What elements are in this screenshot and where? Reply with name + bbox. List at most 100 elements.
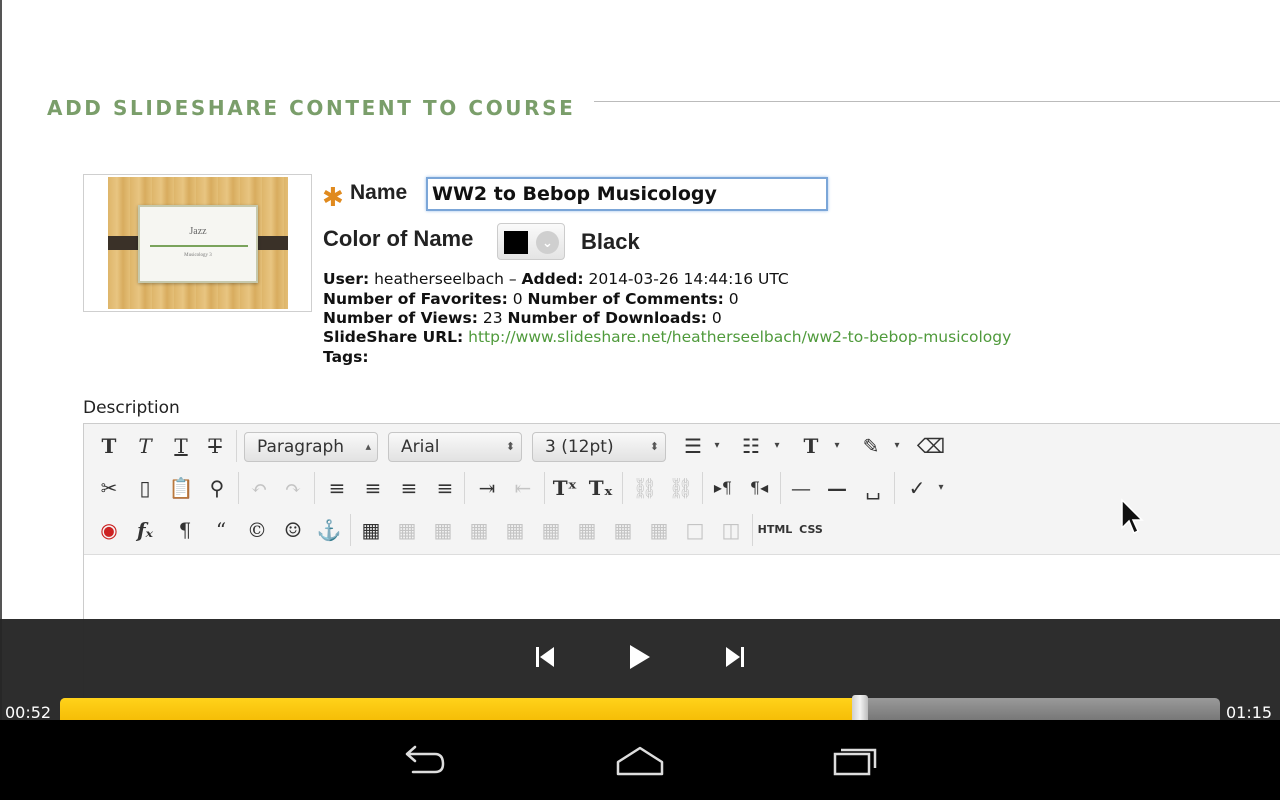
video-player-controls: 00:52 01:15 <box>0 619 1280 731</box>
meta-user-added: User: heatherseelbach – Added: 2014-03-2… <box>323 270 789 288</box>
ltr-icon[interactable]: ▸¶ <box>706 470 740 506</box>
align-left-icon[interactable]: ≡ <box>320 470 354 506</box>
insert-col-after-icon[interactable]: ▦ <box>606 512 640 548</box>
cut-icon[interactable]: ✂ <box>92 470 126 506</box>
toolbar-separator <box>350 514 351 546</box>
copyright-icon[interactable]: © <box>240 512 274 548</box>
font-size-select[interactable]: 3 (12pt) ⬍ <box>532 432 666 462</box>
strikethrough-icon[interactable]: T <box>198 428 232 464</box>
color-swatch <box>504 231 528 254</box>
anchor-icon[interactable]: ⚓ <box>312 512 346 548</box>
emoticon-icon[interactable]: ☺ <box>276 512 310 548</box>
unlink-icon[interactable]: ⛓ <box>664 470 698 506</box>
table-icon[interactable]: ▦ <box>354 512 388 548</box>
toolbar-separator <box>236 430 237 462</box>
chevron-down-icon[interactable]: ▾ <box>770 428 784 464</box>
redo-icon[interactable]: ↷ <box>276 470 310 506</box>
chevron-down-icon: ⌄ <box>536 231 559 254</box>
slideshare-thumbnail[interactable]: Jazz Musicology 3 <box>83 174 312 312</box>
bullet-list-icon[interactable]: ☰ <box>676 428 710 464</box>
record-icon[interactable]: ◉ <box>92 512 126 548</box>
paragraph-select-value: Paragraph <box>257 437 345 457</box>
paragraph-mark-icon[interactable]: ¶ <box>168 512 202 548</box>
css-button[interactable]: CSS <box>794 512 828 548</box>
delete-row-icon[interactable]: ▦ <box>534 512 568 548</box>
chevron-down-icon[interactable]: ▾ <box>890 428 904 464</box>
font-select-value: Arial <box>401 437 440 457</box>
user-value: heatherseelbach <box>374 270 504 288</box>
comments-label: Number of Comments: <box>527 290 724 308</box>
undo-icon[interactable]: ↶ <box>242 470 276 506</box>
superscript-icon[interactable]: Tˣ <box>548 470 582 506</box>
delete-col-icon[interactable]: ▦ <box>642 512 676 548</box>
bold-icon[interactable]: T <box>92 428 126 464</box>
spellcheck-icon[interactable]: ✓ <box>900 470 934 506</box>
paragraph-select[interactable]: Paragraph ▴ <box>244 432 378 462</box>
toolbar-separator <box>702 472 703 504</box>
text-color-icon[interactable]: T <box>794 428 828 464</box>
views-label: Number of Views: <box>323 309 478 327</box>
subscript-icon[interactable]: Tₓ <box>584 470 618 506</box>
html-button[interactable]: HTML <box>756 512 794 548</box>
tags-label: Tags: <box>323 348 369 366</box>
split-cells-icon[interactable]: □ <box>678 512 712 548</box>
required-asterisk-icon: ✱ <box>322 182 344 212</box>
paste-icon[interactable]: 📋 <box>164 470 198 506</box>
color-of-name-label: Color of Name <box>323 226 474 251</box>
section-title: ADD SLIDESHARE CONTENT TO COURSE <box>47 96 576 120</box>
outdent-icon[interactable]: ⇤ <box>506 470 540 506</box>
table-cell-props-icon[interactable]: ▦ <box>426 512 460 548</box>
mouse-cursor-icon <box>1121 498 1144 535</box>
italic-icon[interactable]: T <box>128 428 162 464</box>
slideshare-url-link[interactable]: http://www.slideshare.net/heatherseelbac… <box>468 328 1011 346</box>
toolbar-separator <box>464 472 465 504</box>
toolbar-separator <box>780 472 781 504</box>
name-input[interactable] <box>426 177 828 211</box>
name-label: Name <box>350 181 408 204</box>
color-picker[interactable]: ⌄ <box>497 223 565 260</box>
downloads-label: Number of Downloads: <box>507 309 707 327</box>
table-row-props-icon[interactable]: ▦ <box>390 512 424 548</box>
underline-icon[interactable]: T <box>164 428 198 464</box>
eraser-icon[interactable]: ⌫ <box>914 428 948 464</box>
chevron-down-icon[interactable]: ▾ <box>830 428 844 464</box>
align-right-icon[interactable]: ≡ <box>392 470 426 506</box>
select-arrows-icon: ▴ <box>365 440 371 453</box>
highlighter-icon[interactable]: ✎ <box>854 428 888 464</box>
nonbreaking-space-icon[interactable]: ␣ <box>856 470 890 506</box>
chevron-down-icon[interactable]: ▾ <box>934 470 948 506</box>
insert-col-before-icon[interactable]: ▦ <box>570 512 604 548</box>
indent-icon[interactable]: ⇥ <box>470 470 504 506</box>
url-label: SlideShare URL: <box>323 328 464 346</box>
math-formula-icon[interactable]: fₓ <box>128 512 162 548</box>
horizontal-rule-icon[interactable]: — <box>784 470 818 506</box>
blockquote-icon[interactable]: “ <box>204 512 238 548</box>
added-label: Added: <box>521 270 584 288</box>
play-icon[interactable] <box>622 641 656 673</box>
favorites-value: 0 <box>512 290 523 308</box>
merge-cells-icon[interactable]: ◫ <box>714 512 748 548</box>
views-value: 23 <box>482 309 503 327</box>
insert-row-before-icon[interactable]: ▦ <box>462 512 496 548</box>
skip-previous-icon[interactable] <box>528 641 562 673</box>
rtl-icon[interactable]: ¶◂ <box>742 470 776 506</box>
downloads-value: 0 <box>711 309 722 327</box>
chevron-down-icon[interactable]: ▾ <box>710 428 724 464</box>
insert-row-after-icon[interactable]: ▦ <box>498 512 532 548</box>
link-icon[interactable]: ⛓ <box>628 470 662 506</box>
home-icon[interactable] <box>610 738 670 782</box>
copy-icon[interactable]: ▯ <box>128 470 162 506</box>
align-center-icon[interactable]: ≡ <box>356 470 390 506</box>
find-icon[interactable]: ⚲ <box>200 470 234 506</box>
back-icon[interactable] <box>393 738 453 782</box>
skip-next-icon[interactable] <box>718 641 752 673</box>
justify-icon[interactable]: ≡ <box>428 470 462 506</box>
editor-toolbar: T T T T Paragraph ▴ Arial ⬍ 3 (12pt) ⬍ ☰ ▾ … <box>84 424 1280 555</box>
thick-rule-icon[interactable]: — <box>820 470 854 506</box>
thumbnail-line <box>150 245 248 247</box>
page-border <box>0 0 2 720</box>
numbered-list-icon[interactable]: ☷ <box>734 428 768 464</box>
recent-apps-icon[interactable] <box>827 738 887 782</box>
font-select[interactable]: Arial ⬍ <box>388 432 522 462</box>
thumbnail-title: Jazz <box>189 226 207 237</box>
